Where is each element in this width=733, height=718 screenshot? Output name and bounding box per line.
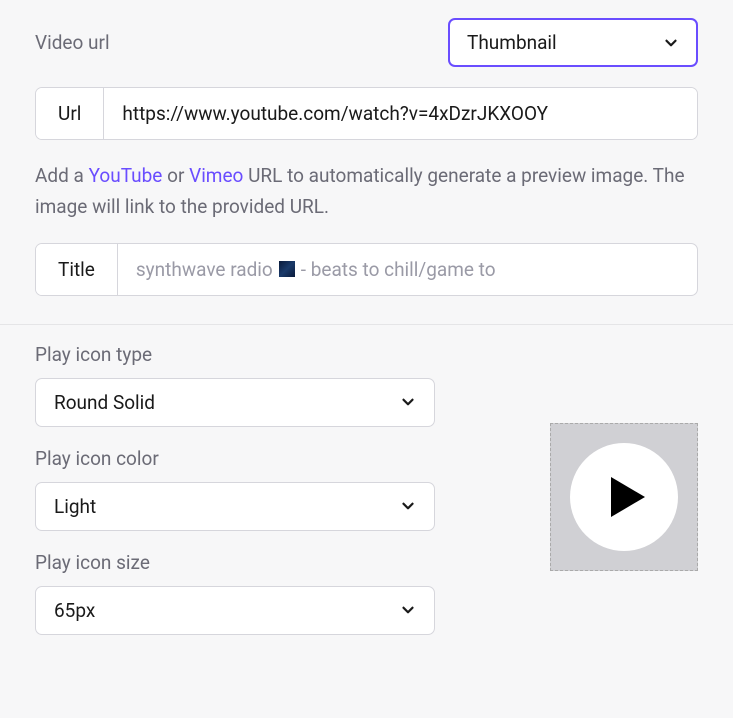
play-color-select-wrap: Light bbox=[35, 482, 435, 531]
thumbnail-select-wrap: Thumbnail bbox=[448, 18, 698, 67]
youtube-link[interactable]: YouTube bbox=[89, 164, 163, 187]
play-preview bbox=[550, 423, 698, 571]
play-triangle-icon bbox=[611, 477, 645, 517]
play-type-select-wrap: Round Solid bbox=[35, 378, 435, 427]
url-input[interactable] bbox=[104, 88, 697, 139]
play-type-row: Play icon type Round Solid bbox=[35, 343, 435, 427]
play-icon-section: Play icon type Round Solid Play icon col… bbox=[0, 324, 733, 663]
video-url-section: Video url Thumbnail Url Add a YouTube or… bbox=[0, 0, 733, 324]
play-color-row: Play icon color Light bbox=[35, 447, 435, 531]
night-stars-icon bbox=[279, 261, 295, 277]
play-preview-wrap bbox=[550, 423, 698, 571]
play-size-label: Play icon size bbox=[35, 551, 435, 574]
url-input-group: Url bbox=[35, 87, 698, 140]
video-url-label: Video url bbox=[35, 31, 110, 54]
play-size-select[interactable]: 65px bbox=[35, 586, 435, 635]
play-color-select[interactable]: Light bbox=[35, 482, 435, 531]
play-size-row: Play icon size 65px bbox=[35, 551, 435, 635]
thumbnail-select[interactable]: Thumbnail bbox=[448, 18, 698, 67]
play-type-select[interactable]: Round Solid bbox=[35, 378, 435, 427]
title-prefix-label: Title bbox=[36, 244, 118, 295]
play-size-select-wrap: 65px bbox=[35, 586, 435, 635]
play-icon bbox=[570, 443, 678, 551]
title-input[interactable]: synthwave radio - beats to chill/game to bbox=[118, 244, 697, 295]
url-prefix-label: Url bbox=[36, 88, 104, 139]
play-color-label: Play icon color bbox=[35, 447, 435, 470]
section-header: Video url Thumbnail bbox=[35, 18, 698, 67]
vimeo-link[interactable]: Vimeo bbox=[189, 164, 243, 187]
play-type-label: Play icon type bbox=[35, 343, 435, 366]
title-input-group: Title synthwave radio - beats to chill/g… bbox=[35, 243, 698, 296]
play-controls: Play icon type Round Solid Play icon col… bbox=[35, 343, 435, 635]
help-text: Add a YouTube or Vimeo URL to automatica… bbox=[35, 160, 698, 223]
